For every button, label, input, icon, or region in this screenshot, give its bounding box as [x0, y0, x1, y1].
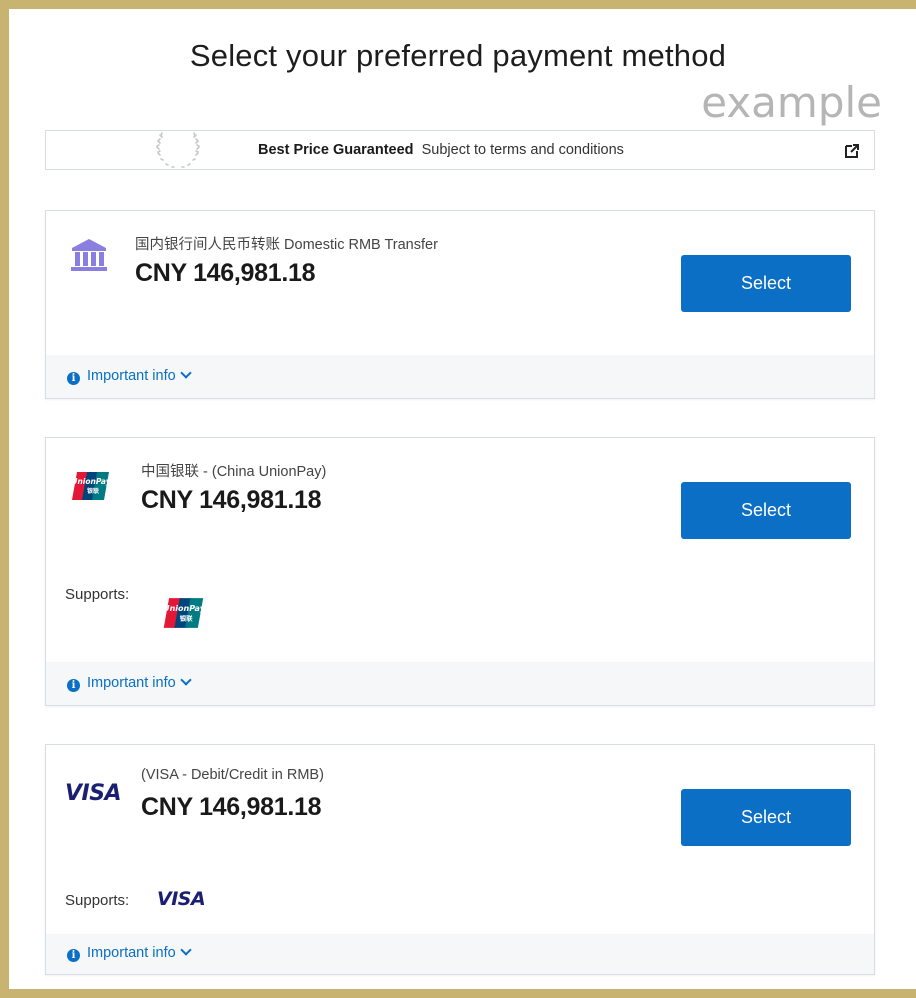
info-icon: i [67, 679, 80, 692]
svg-text:银联: 银联 [180, 613, 193, 622]
payment-method-visa: VISA (VISA - Debit/Credit in RMB) CNY 14… [45, 744, 875, 975]
unionpay-logo: UnionPay 银联 [163, 598, 206, 628]
chevron-down-icon [180, 367, 192, 379]
method-amount: CNY 146,981.18 [135, 259, 316, 287]
unionpay-logo: UnionPay 银联 [71, 472, 111, 500]
important-info-toggle[interactable]: i Important info [67, 367, 192, 385]
laurel-icon [156, 132, 200, 168]
important-info-label: Important info [87, 675, 176, 691]
payment-method-unionpay: UnionPay 银联 中国银联 - (China UnionPay) CNY … [45, 437, 875, 706]
chevron-down-icon [180, 944, 192, 956]
important-info-bar: i Important info [46, 934, 874, 974]
important-info-toggle[interactable]: i Important info [67, 944, 192, 962]
banner-title: Best Price Guaranteed [258, 142, 414, 158]
svg-text:UnionPay: UnionPay [163, 604, 206, 613]
supports-label: Supports: [65, 586, 130, 603]
info-icon: i [67, 372, 80, 385]
page-title: Select your preferred payment method [189, 38, 727, 73]
important-info-bar: i Important info [46, 662, 874, 705]
chevron-down-icon [180, 674, 192, 686]
method-name: (VISA - Debit/Credit in RMB) [141, 767, 324, 783]
external-link-icon[interactable] [844, 143, 860, 159]
method-amount: CNY 146,981.18 [141, 486, 322, 514]
banner-text: Best Price Guaranteed Subject to terms a… [258, 142, 624, 158]
watermark: example [701, 78, 882, 127]
method-name: 国内银行间人民币转账 Domestic RMB Transfer [135, 237, 438, 253]
visa-logo: VISA [157, 888, 206, 910]
method-amount: CNY 146,981.18 [141, 793, 322, 821]
best-price-banner[interactable]: Best Price Guaranteed Subject to terms a… [45, 130, 875, 170]
important-info-label: Important info [87, 368, 176, 384]
svg-text:UnionPay: UnionPay [71, 477, 111, 486]
supports-label: Supports: [65, 892, 130, 909]
method-name: 中国银联 - (China UnionPay) [141, 464, 327, 480]
banner-subtitle: Subject to terms and conditions [421, 142, 624, 158]
info-icon: i [67, 949, 80, 962]
important-info-label: Important info [87, 945, 176, 961]
select-button[interactable]: Select [681, 789, 851, 846]
select-button[interactable]: Select [681, 482, 851, 539]
payment-method-domestic-rmb: 国内银行间人民币转账 Domestic RMB Transfer CNY 146… [45, 210, 875, 399]
important-info-bar: i Important info [46, 355, 874, 398]
visa-logo: VISA [65, 781, 122, 806]
select-button[interactable]: Select [681, 255, 851, 312]
svg-text:银联: 银联 [87, 487, 99, 495]
important-info-toggle[interactable]: i Important info [67, 674, 192, 692]
bank-icon [71, 239, 107, 271]
